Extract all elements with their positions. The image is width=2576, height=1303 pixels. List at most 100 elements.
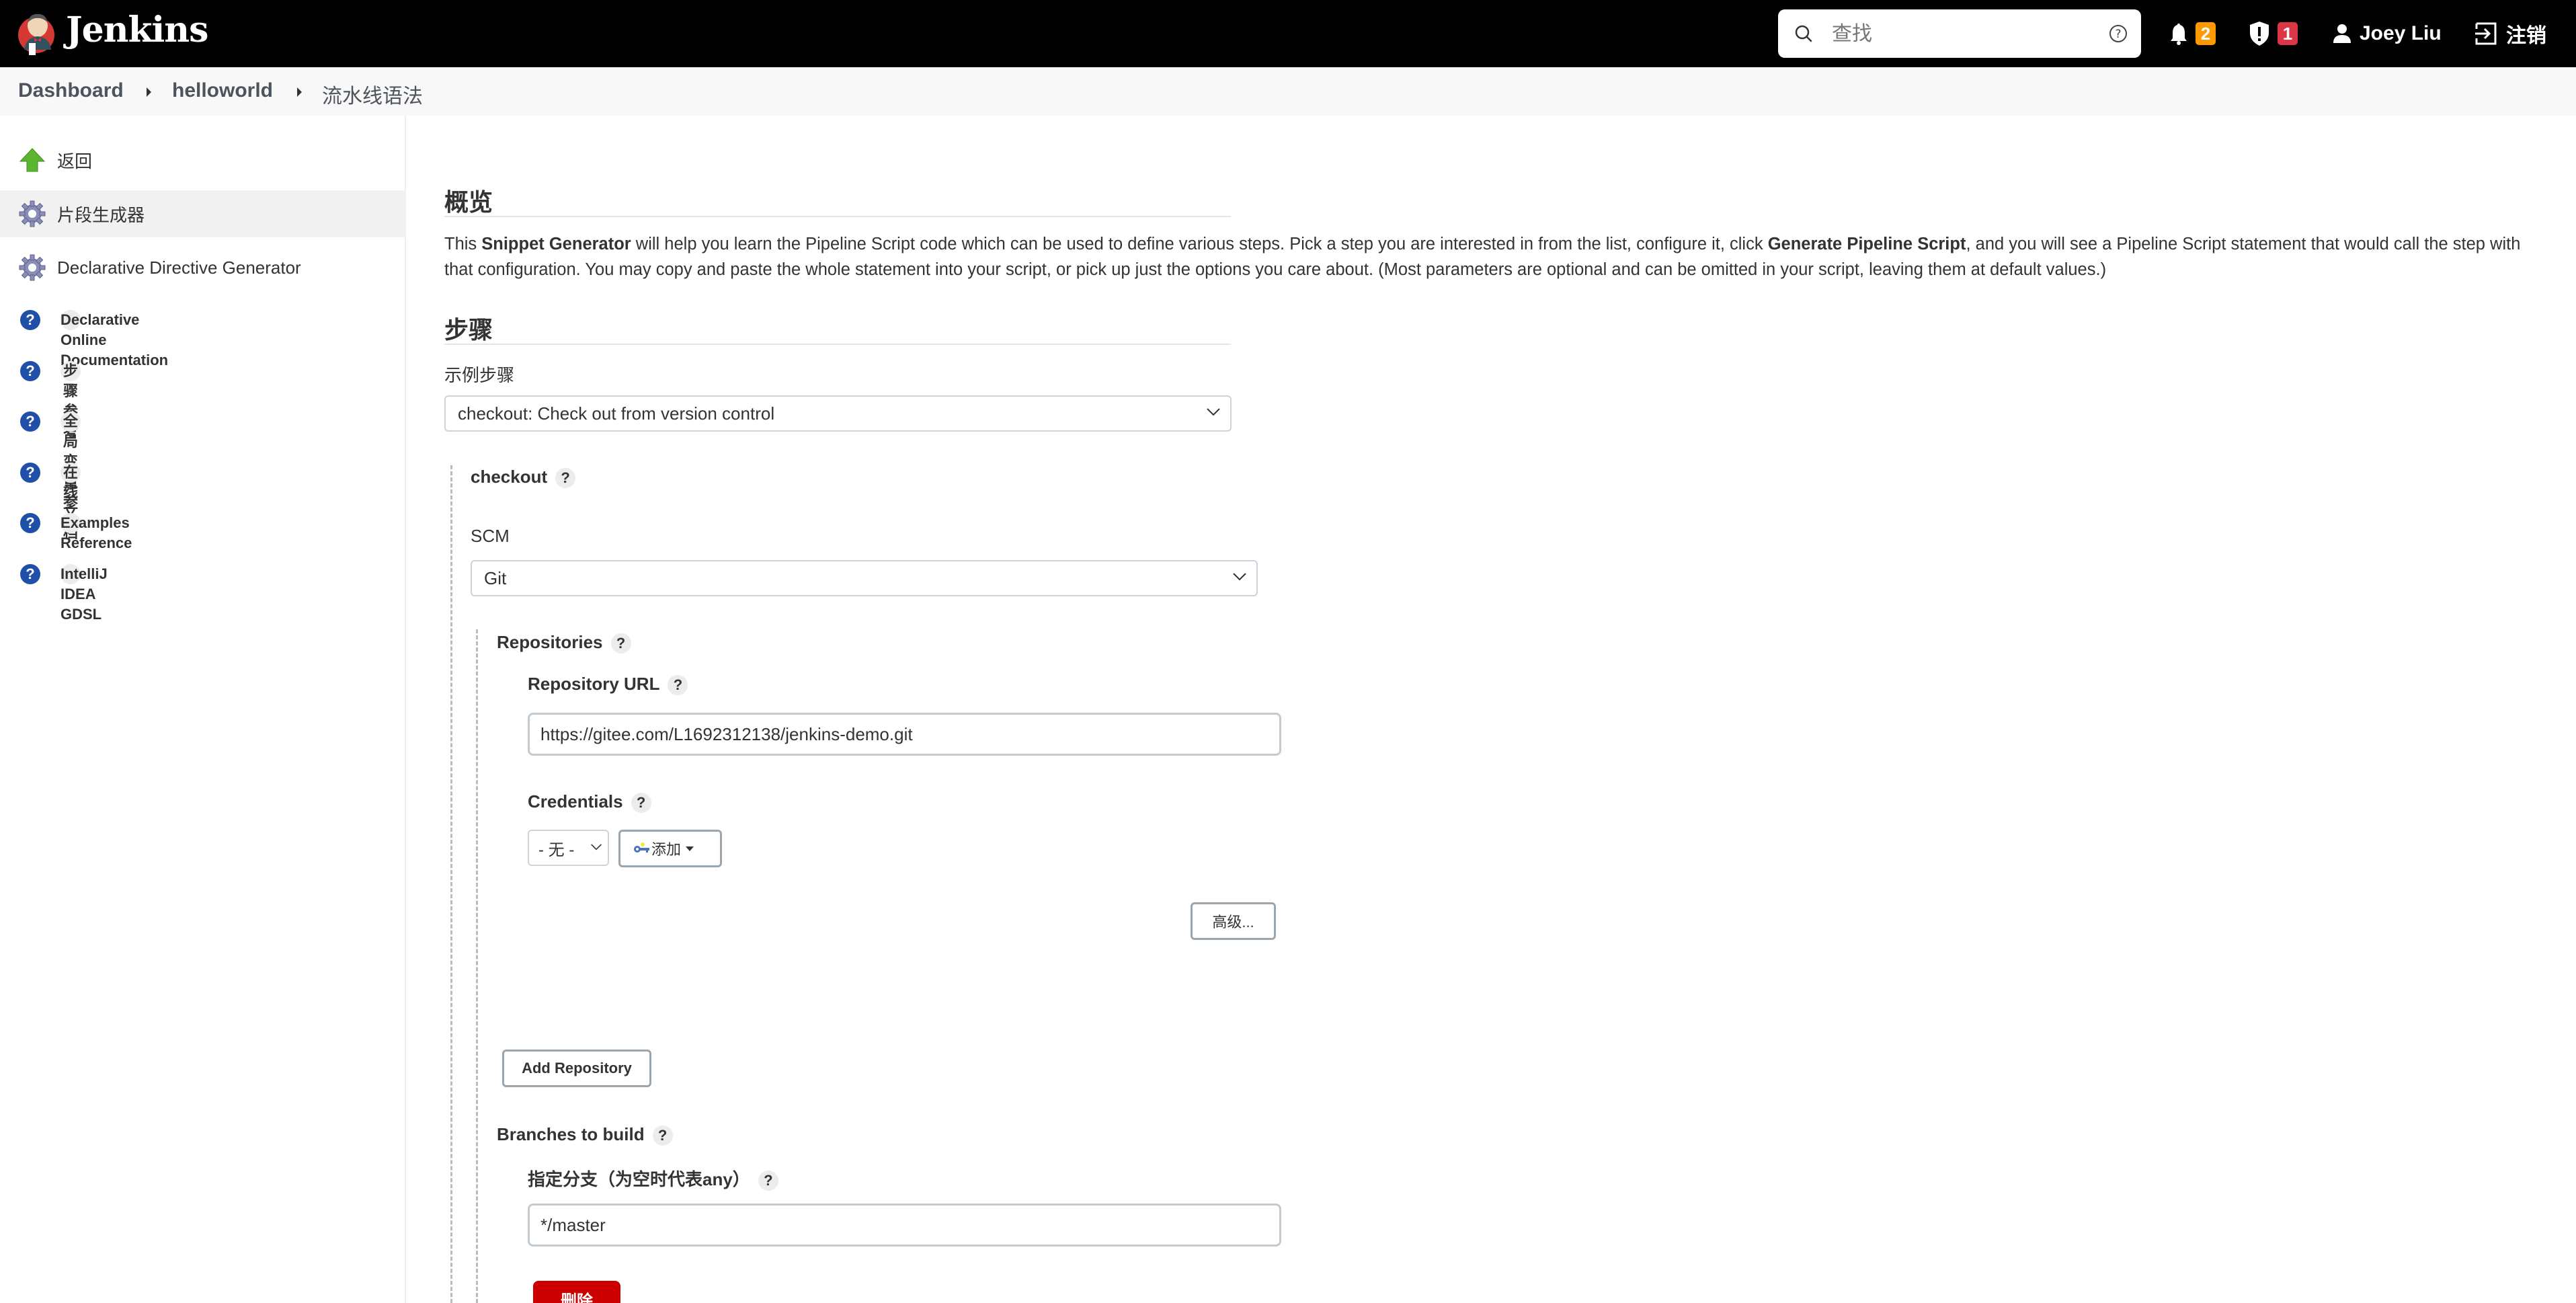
branches-label: Branches to build? — [497, 1124, 673, 1146]
security-button[interactable]: 1 — [2249, 17, 2298, 50]
breadcrumb-separator-icon[interactable] — [147, 87, 151, 97]
caret-down-icon — [686, 846, 694, 851]
user-menu[interactable]: Joey Liu — [2333, 17, 2442, 50]
logout-icon — [2475, 22, 2497, 45]
sidebar-item-snippet-generator[interactable]: 片段生成器 — [0, 190, 406, 237]
sidebar-item-steps-reference[interactable]: ? 步骤参考 — [0, 348, 406, 440]
gear-icon — [19, 254, 46, 281]
scm-select[interactable]: Git — [471, 560, 1258, 596]
credentials-select[interactable]: - 无 - — [528, 830, 609, 866]
logout-button[interactable]: 注销 — [2474, 17, 2546, 50]
help-icon: ? — [20, 361, 40, 381]
gear-icon — [19, 200, 46, 227]
overview-heading: 概览 — [444, 188, 493, 216]
credentials-help-icon[interactable]: ? — [631, 793, 651, 814]
sample-step-label: 示例步骤 — [444, 365, 515, 385]
branch-spec-label: 指定分支（为空时代表any）? — [528, 1166, 778, 1191]
credentials-value: - 无 - — [538, 840, 575, 859]
bell-icon — [2171, 24, 2187, 45]
sidebar-item-label: Examples Reference — [61, 513, 132, 551]
logout-label: 注销 — [2506, 25, 2546, 47]
repositories-label: Repositories? — [497, 632, 631, 654]
search-input[interactable] — [1832, 19, 2087, 48]
description-bold-snippet-generator: Snippet Generator — [481, 235, 631, 253]
sidebar-item-label: 片段生成器 — [57, 204, 145, 225]
search-box[interactable]: ? — [1778, 9, 2141, 58]
sidebar-item-intellij-idea-gdsl[interactable]: ? IntelliJ IDEA GDSL — [0, 551, 406, 623]
description-text: This — [444, 235, 482, 253]
steps-divider — [444, 344, 1231, 345]
sidebar-item-label: 步骤参考 — [61, 361, 81, 440]
help-icon: ? — [20, 411, 40, 432]
overview-divider — [444, 216, 1231, 217]
help-icon: ? — [20, 310, 40, 330]
repo-url-input[interactable]: https://gitee.com/L1692312138/jenkins-de… — [528, 713, 1281, 756]
checkout-help-icon[interactable]: ? — [555, 468, 576, 489]
sidebar-item-label: 全局变量参考 — [61, 411, 81, 530]
delete-branch-button[interactable]: 删除 — [533, 1281, 620, 1303]
key-icon — [634, 842, 649, 853]
breadcrumb: Dashboard helloworld 流水线语法 — [0, 67, 2576, 116]
sidebar-item-label: 返回 — [57, 151, 93, 171]
jenkins-logo-icon[interactable] — [16, 9, 56, 58]
checkout-block-border — [450, 465, 452, 1303]
repo-url-label-text: Repository URL — [528, 674, 660, 694]
up-arrow-icon — [19, 148, 46, 172]
add-repository-button[interactable]: Add Repository — [502, 1050, 651, 1087]
sidebar: 返回 片段生成器 Declarative Directive Generator… — [0, 116, 406, 1303]
notifications-button[interactable]: 2 — [2170, 17, 2216, 50]
branches-help-icon[interactable]: ? — [652, 1126, 673, 1146]
sidebar-item-online-docs[interactable]: ? 在线文档 — [0, 449, 406, 541]
credentials-label: Credentials? — [528, 791, 651, 814]
sidebar-item-examples-reference[interactable]: ? Examples Reference — [0, 500, 406, 551]
add-credentials-button[interactable]: 添加 — [618, 830, 722, 867]
repo-url-value: https://gitee.com/L1692312138/jenkins-de… — [540, 723, 913, 744]
checkout-label-text: checkout — [471, 467, 548, 487]
notifications-badge: 2 — [2196, 22, 2216, 45]
help-icon: ? — [20, 513, 40, 533]
description-bold-generate-script: Generate Pipeline Script — [1767, 235, 1966, 253]
user-name[interactable]: Joey Liu — [2360, 22, 2442, 45]
breadcrumb-helloworld[interactable]: helloworld — [172, 79, 273, 102]
sidebar-item-label: IntelliJ IDEA GDSL — [61, 564, 108, 623]
breadcrumb-separator-icon[interactable] — [297, 87, 302, 97]
sidebar-item-back[interactable]: 返回 — [0, 136, 406, 184]
advanced-button[interactable]: 高级... — [1191, 902, 1276, 940]
add-credentials-label: 添加 — [651, 841, 682, 858]
chevron-down-icon — [1233, 573, 1246, 581]
sidebar-item-label: 在线文档 — [61, 463, 81, 541]
scm-value: Git — [484, 567, 507, 588]
scm-label: SCM — [471, 526, 510, 546]
chevron-down-icon — [1207, 408, 1220, 416]
sidebar-item-global-variables-reference[interactable]: ? 全局变量参考 — [0, 398, 406, 530]
help-icon: ? — [20, 564, 40, 584]
repo-url-label: Repository URL? — [528, 674, 688, 696]
brand-name[interactable]: Jenkins — [66, 9, 208, 50]
search-help-icon[interactable]: ? — [2109, 24, 2128, 43]
description-text: will help you learn the Pipeline Script … — [631, 235, 1768, 253]
security-badge: 1 — [2278, 22, 2298, 45]
steps-heading: 步骤 — [444, 316, 493, 344]
help-icon: ? — [20, 463, 40, 483]
repo-url-help-icon[interactable]: ? — [668, 675, 688, 696]
sidebar-item-declarative-online-documentation[interactable]: ? Declarative Online Documentation — [0, 297, 406, 368]
branch-spec-label-text: 指定分支（为空时代表any） — [528, 1169, 750, 1189]
repositories-label-text: Repositories — [497, 632, 603, 652]
sidebar-item-label: Declarative Directive Generator — [57, 257, 301, 278]
branch-spec-value: */master — [540, 1214, 606, 1235]
branch-spec-help-icon[interactable]: ? — [758, 1171, 778, 1191]
sample-step-value: checkout: Check out from version control — [458, 403, 775, 424]
breadcrumb-dashboard[interactable]: Dashboard — [18, 79, 124, 102]
sidebar-item-declarative-directive-generator[interactable]: Declarative Directive Generator — [0, 244, 406, 291]
repositories-help-icon[interactable]: ? — [610, 633, 631, 654]
chevron-down-icon — [591, 844, 602, 851]
branches-label-text: Branches to build — [497, 1124, 645, 1144]
git-block-border — [476, 629, 478, 1303]
sample-step-select[interactable]: checkout: Check out from version control — [444, 395, 1232, 432]
branch-spec-input[interactable]: */master — [528, 1203, 1281, 1247]
user-icon — [2333, 24, 2351, 43]
top-header: Jenkins ? 2 1 Joey Liu 注销 — [0, 0, 2576, 67]
checkout-label: checkout? — [471, 467, 576, 489]
breadcrumb-pipeline-syntax[interactable]: 流水线语法 — [322, 79, 423, 109]
credentials-label-text: Credentials — [528, 791, 623, 812]
